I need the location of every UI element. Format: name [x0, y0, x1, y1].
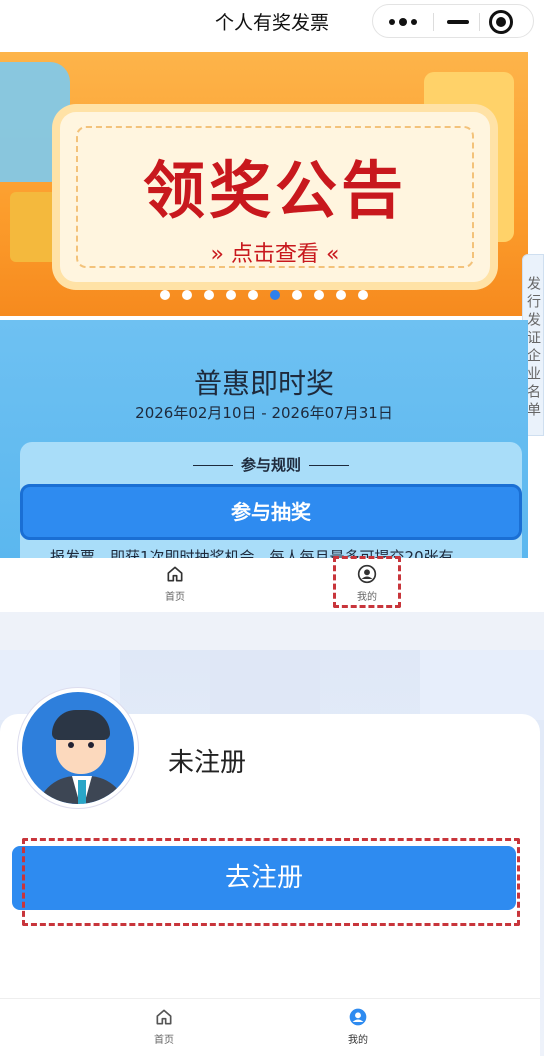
capsule-divider [479, 13, 480, 31]
highlight-box-register [22, 838, 520, 926]
promo-title: 普惠即时奖 [193, 367, 334, 400]
carousel-dot[interactable] [358, 290, 368, 300]
tab-home-label: 首页 [154, 1035, 174, 1046]
tab-bar-bottom: 首页 我的 [0, 998, 540, 1056]
carousel-dot[interactable] [248, 290, 258, 300]
mini-program-capsule [372, 4, 534, 38]
avatar[interactable] [18, 688, 138, 808]
header-decoration [420, 650, 544, 720]
capsule-divider [433, 13, 434, 31]
announcement-banner[interactable]: 领奖公告 » 点击查看 « [0, 52, 528, 316]
carousel-dot[interactable] [270, 290, 280, 300]
registration-status: 未注册 [168, 748, 247, 778]
draw-button[interactable]: 参与抽奖 [20, 484, 522, 540]
home-icon [156, 1009, 172, 1025]
tab-mine[interactable]: 我的 [318, 1007, 398, 1046]
carousel-dot[interactable] [160, 290, 170, 300]
tab-home[interactable]: 首页 [135, 564, 215, 603]
banner-subtitle[interactable]: » 点击查看 « [60, 236, 490, 268]
carousel-dot[interactable] [336, 290, 346, 300]
top-screenshot: 个人有奖发票 领奖公告 » 点击查看 « 发行发证企业名单 普惠即时奖 2026… [0, 0, 544, 612]
carousel-dot[interactable] [292, 290, 302, 300]
highlight-box-mine [333, 556, 401, 608]
carousel-dot[interactable] [204, 290, 214, 300]
rules-text: 报发票，即获1次即时抽奖机会，每人每月最多可提交20张有 [50, 548, 454, 558]
carousel-dot[interactable] [314, 290, 324, 300]
rules-heading: 参与规则 [20, 454, 522, 475]
user-icon [349, 1008, 367, 1026]
header-decoration [210, 650, 320, 720]
banner-title: 领奖公告 [142, 154, 407, 227]
tab-mine-label: 我的 [348, 1035, 368, 1046]
carousel-dot[interactable] [182, 290, 192, 300]
carousel-dots [0, 290, 528, 300]
tab-home[interactable]: 首页 [124, 1007, 204, 1046]
nav-bar: 个人有奖发票 [0, 0, 544, 44]
minimize-icon[interactable] [447, 20, 469, 24]
carousel-dot[interactable] [226, 290, 236, 300]
close-icon[interactable] [489, 10, 513, 34]
more-icon[interactable] [373, 5, 433, 39]
promo-date-range: 2026年02月10日 - 2026年07月31日 [135, 404, 393, 422]
tab-home-label: 首页 [165, 592, 185, 603]
home-icon [167, 566, 183, 582]
tab-bar: 首页 我的 [0, 558, 528, 612]
